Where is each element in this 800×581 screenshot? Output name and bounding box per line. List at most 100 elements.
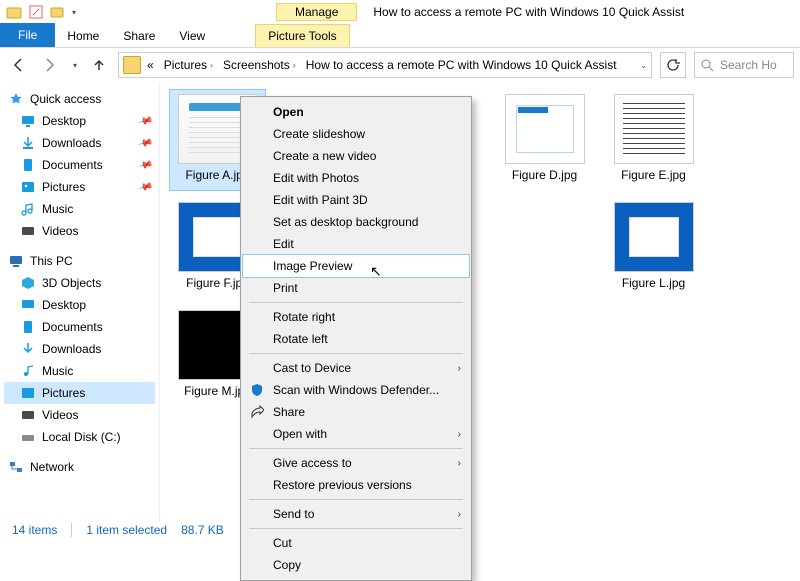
network-icon	[8, 459, 24, 475]
star-icon	[8, 91, 24, 107]
file-item[interactable]: Figure L.jpg	[606, 198, 701, 298]
tab-file[interactable]: File	[0, 23, 55, 47]
contextual-tab-group: Manage	[276, 3, 357, 21]
ctx-edit-paint3d[interactable]: Edit with Paint 3D	[243, 189, 469, 211]
desktop-icon	[20, 113, 36, 129]
tab-picture-tools[interactable]: Picture Tools	[255, 24, 349, 47]
quick-access-toolbar: ▾	[4, 2, 76, 22]
document-icon	[20, 157, 36, 173]
ctx-share[interactable]: Share	[243, 401, 469, 423]
forward-button[interactable]	[36, 52, 62, 78]
music-icon	[20, 363, 36, 379]
ctx-scan-defender[interactable]: Scan with Windows Defender...	[243, 379, 469, 401]
file-name: Figure L.jpg	[622, 276, 685, 290]
sidebar-item-downloads[interactable]: Downloads📌	[4, 132, 155, 154]
search-icon	[701, 59, 714, 72]
ctx-print[interactable]: Print	[243, 277, 469, 299]
sidebar-quick-access[interactable]: Quick access	[4, 88, 155, 110]
file-name: Figure D.jpg	[512, 168, 577, 182]
sidebar-item-pc-music[interactable]: Music	[4, 360, 155, 382]
status-item-count: 14 items	[12, 523, 57, 537]
share-icon	[249, 404, 265, 420]
file-thumbnail	[614, 94, 694, 164]
up-button[interactable]	[86, 52, 112, 78]
ctx-rotate-left[interactable]: Rotate left	[243, 328, 469, 350]
ctx-rotate-right[interactable]: Rotate right	[243, 306, 469, 328]
status-separator	[71, 523, 72, 537]
download-icon	[20, 135, 36, 151]
folder-icon[interactable]	[4, 2, 24, 22]
ctx-cast-to-device[interactable]: Cast to Device›	[243, 357, 469, 379]
pin-icon: 📌	[137, 135, 153, 151]
shield-icon	[249, 382, 265, 398]
address-dropdown-icon[interactable]: ⌄	[640, 61, 647, 70]
back-button[interactable]	[6, 52, 32, 78]
drive-icon	[20, 429, 36, 445]
download-icon	[20, 341, 36, 357]
ctx-open-with[interactable]: Open with›	[243, 423, 469, 445]
ctx-cut[interactable]: Cut	[243, 532, 469, 554]
file-name: Figure E.jpg	[621, 168, 686, 182]
video-icon	[20, 407, 36, 423]
cursor-icon: ↖	[370, 263, 382, 280]
chevron-right-icon: ›	[458, 458, 461, 469]
title-bar: ▾ Manage How to access a remote PC with …	[0, 0, 800, 24]
breadcrumb-pictures[interactable]: Pictures›	[160, 58, 217, 72]
sidebar-item-videos[interactable]: Videos	[4, 220, 155, 242]
ctx-separator	[249, 353, 463, 354]
sidebar-item-music[interactable]: Music	[4, 198, 155, 220]
chevron-right-icon[interactable]: ›	[293, 60, 296, 70]
file-item[interactable]: Figure D.jpg	[497, 90, 592, 190]
navigation-bar: ▾ « Pictures› Screenshots› How to access…	[0, 48, 800, 82]
ctx-image-preview[interactable]: Image Preview	[243, 255, 469, 277]
tab-share[interactable]: Share	[111, 25, 167, 47]
properties-icon[interactable]	[26, 2, 46, 22]
ribbon-tabs: File Home Share View Picture Tools	[0, 24, 800, 48]
ctx-open[interactable]: Open	[243, 101, 469, 123]
ctx-edit-photos[interactable]: Edit with Photos	[243, 167, 469, 189]
breadcrumb-current[interactable]: How to access a remote PC with Windows 1…	[302, 58, 621, 72]
tab-view[interactable]: View	[167, 25, 217, 47]
qat-dropdown-icon[interactable]: ▾	[72, 8, 76, 17]
ctx-restore-versions[interactable]: Restore previous versions	[243, 474, 469, 496]
ctx-copy[interactable]: Copy	[243, 554, 469, 576]
sidebar-item-3dobjects[interactable]: 3D Objects	[4, 272, 155, 294]
new-folder-icon[interactable]	[48, 2, 68, 22]
ctx-edit[interactable]: Edit	[243, 233, 469, 255]
sidebar-item-documents[interactable]: Documents📌	[4, 154, 155, 176]
desktop-icon	[20, 297, 36, 313]
ctx-create-video[interactable]: Create a new video	[243, 145, 469, 167]
ctx-create-slideshow[interactable]: Create slideshow	[243, 123, 469, 145]
navigation-pane: Quick access Desktop📌 Downloads📌 Documen…	[0, 82, 160, 522]
folder-icon	[123, 56, 141, 74]
pin-icon: 📌	[137, 157, 153, 173]
breadcrumb-screenshots[interactable]: Screenshots›	[219, 58, 300, 72]
refresh-button[interactable]	[660, 52, 686, 78]
chevron-right-icon: ›	[458, 509, 461, 520]
pin-icon: 📌	[137, 179, 153, 195]
sidebar-item-pc-videos[interactable]: Videos	[4, 404, 155, 426]
sidebar-item-pc-downloads[interactable]: Downloads	[4, 338, 155, 360]
breadcrumb-root[interactable]: «	[143, 58, 158, 72]
sidebar-item-pc-desktop[interactable]: Desktop	[4, 294, 155, 316]
chevron-right-icon[interactable]: ›	[210, 60, 213, 70]
sidebar-item-desktop[interactable]: Desktop📌	[4, 110, 155, 132]
recent-dropdown[interactable]: ▾	[66, 52, 82, 78]
window-title: How to access a remote PC with Windows 1…	[373, 5, 684, 19]
tab-home[interactable]: Home	[55, 25, 111, 47]
sidebar-item-localdisk[interactable]: Local Disk (C:)	[4, 426, 155, 448]
search-box[interactable]: Search Ho	[694, 52, 794, 78]
file-thumbnail	[614, 202, 694, 272]
ctx-set-background[interactable]: Set as desktop background	[243, 211, 469, 233]
sidebar-item-pictures[interactable]: Pictures📌	[4, 176, 155, 198]
ctx-send-to[interactable]: Send to›	[243, 503, 469, 525]
picture-icon	[20, 385, 36, 401]
sidebar-network[interactable]: Network	[4, 456, 155, 478]
sidebar-item-pc-pictures[interactable]: Pictures	[4, 382, 155, 404]
sidebar-item-pc-documents[interactable]: Documents	[4, 316, 155, 338]
ctx-give-access[interactable]: Give access to›	[243, 452, 469, 474]
sidebar-this-pc[interactable]: This PC	[4, 250, 155, 272]
file-item[interactable]: Figure E.jpg	[606, 90, 701, 190]
search-placeholder: Search Ho	[720, 58, 777, 72]
address-bar[interactable]: « Pictures› Screenshots› How to access a…	[118, 52, 652, 78]
